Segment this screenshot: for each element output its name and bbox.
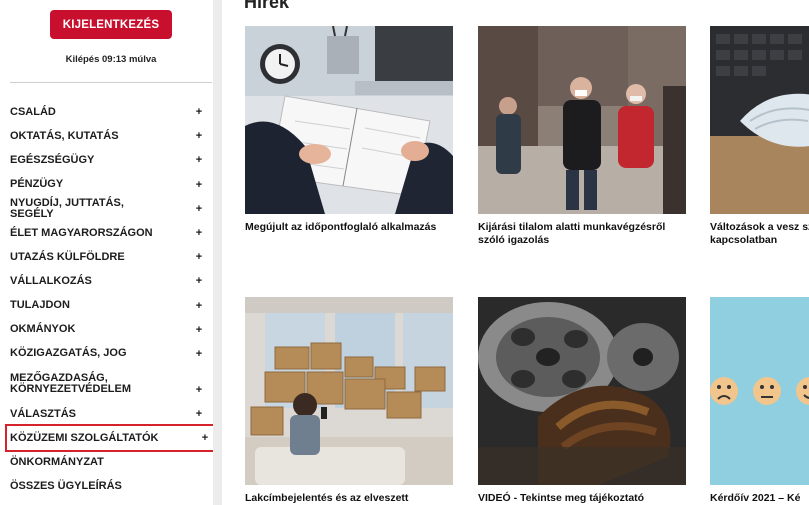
news-image-smileys — [710, 297, 809, 485]
plus-icon[interactable]: + — [194, 251, 204, 263]
sidebar-item-label: ÖNKORMÁNYZAT — [10, 456, 104, 469]
news-image-calendar — [245, 26, 453, 214]
news-caption[interactable]: Változások a vesz személyes ügyint kapcs… — [710, 221, 809, 247]
sidebar-scroll-gutter — [213, 0, 222, 505]
sidebar-item-nyugdij[interactable]: NYUGDÍJ, JUTTATÁS, SEGÉLY + — [10, 197, 210, 221]
news-caption[interactable]: Lakcímbejelentés és az elveszett — [245, 492, 453, 505]
sidebar-item-label: VÁLLALKOZÁS — [10, 274, 92, 287]
sidebar-item-label: KÖZIGAZGATÁS, JOG — [10, 347, 127, 360]
sidebar-item-oktatas[interactable]: OKTATÁS, KUTATÁS + — [10, 124, 210, 148]
sidebar: KIJELENTKEZÉS Kilépés 09:13 múlva CSALÁD… — [0, 0, 218, 505]
news-card[interactable]: Megújult az időpontfoglaló alkalmazás — [245, 26, 453, 234]
news-caption[interactable]: Kérdőív 2021 – Ké — [710, 492, 809, 505]
news-card[interactable]: VIDEÓ - Tekintse meg tájékoztató — [478, 297, 686, 505]
sidebar-item-csalad[interactable]: CSALÁD + — [10, 100, 210, 124]
news-image-film-reels — [478, 297, 686, 485]
sidebar-item-vallalkozas[interactable]: VÁLLALKOZÁS + — [10, 269, 210, 293]
plus-icon[interactable]: + — [194, 227, 204, 239]
sidebar-item-utazas[interactable]: UTAZÁS KÜLFÖLDRE + — [10, 245, 210, 269]
sidebar-item-label: VÁLASZTÁS — [10, 407, 76, 420]
sidebar-item-okmanyok[interactable]: OKMÁNYOK + — [10, 318, 210, 342]
sidebar-item-kozigazgatas[interactable]: KÖZIGAZGATÁS, JOG + — [10, 342, 210, 366]
news-card[interactable]: Lakcímbejelentés és az elveszett — [245, 297, 453, 505]
news-caption[interactable]: Kijárási tilalom alatti munkavégzésről s… — [478, 221, 686, 247]
sidebar-item-label: EGÉSZSÉGÜGY — [10, 153, 95, 166]
category-menu: CSALÁD + OKTATÁS, KUTATÁS + EGÉSZSÉGÜGY + P… — [5, 100, 218, 499]
sidebar-item-label: CSALÁD — [10, 105, 56, 118]
news-image-moving-boxes — [245, 297, 453, 485]
news-card[interactable]: Kérdőív 2021 – Ké — [710, 297, 809, 505]
plus-icon[interactable]: + — [194, 203, 204, 215]
plus-icon[interactable]: + — [194, 154, 204, 166]
sidebar-item-label: OKTATÁS, KUTATÁS — [10, 129, 119, 142]
sidebar-item-osszes[interactable]: ÖSSZES ÜGYLEÍRÁS — [10, 475, 210, 499]
sidebar-item-label: ÉLET MAGYARORSZÁGON — [10, 226, 153, 239]
plus-icon[interactable]: + — [194, 106, 204, 118]
sidebar-item-penzugy[interactable]: PÉNZÜGY + — [10, 173, 210, 197]
plus-icon[interactable]: + — [200, 432, 210, 444]
sidebar-item-label: OKMÁNYOK — [10, 323, 76, 336]
news-caption[interactable]: VIDEÓ - Tekintse meg tájékoztató — [478, 492, 686, 505]
sidebar-item-mezogazdasag[interactable]: MEZŐGAZDASÁG, KÖRNYEZETVÉDELEM + — [10, 366, 210, 402]
sidebar-item-label: PÉNZÜGY — [10, 178, 64, 191]
sidebar-item-label: TULAJDON — [10, 299, 70, 312]
sidebar-item-kozuzemi[interactable]: KÖZÜZEMI SZOLGÁLTATÓK + — [5, 424, 218, 453]
session-timer: Kilépés 09:13 múlva — [65, 54, 157, 65]
sidebar-item-label: KÖZÜZEMI SZOLGÁLTATÓK — [10, 431, 159, 444]
sidebar-item-label: MEZŐGAZDASÁG, KÖRNYEZETVÉDELEM — [10, 372, 132, 396]
logout-button[interactable]: KIJELENTKEZÉS — [50, 10, 172, 39]
plus-icon[interactable]: + — [194, 275, 204, 287]
page-title: Hírek — [244, 0, 290, 12]
plus-icon[interactable]: + — [194, 384, 204, 396]
news-caption[interactable]: Megújult az időpontfoglaló alkalmazás — [245, 221, 453, 234]
sidebar-item-label: UTAZÁS KÜLFÖLDRE — [10, 250, 125, 263]
news-card[interactable]: Kijárási tilalom alatti munkavégzésről s… — [478, 26, 686, 247]
plus-icon[interactable]: + — [194, 324, 204, 336]
sidebar-item-valasztas[interactable]: VÁLASZTÁS + — [10, 402, 210, 426]
plus-icon[interactable]: + — [194, 130, 204, 142]
plus-icon[interactable]: + — [194, 408, 204, 420]
plus-icon[interactable]: + — [194, 348, 204, 360]
sidebar-item-tulajdon[interactable]: TULAJDON + — [10, 294, 210, 318]
news-image-mask-laptop — [710, 26, 809, 214]
plus-icon[interactable]: + — [194, 300, 204, 312]
plus-icon[interactable]: + — [194, 179, 204, 191]
news-card[interactable]: Változások a vesz személyes ügyint kapcs… — [710, 26, 809, 247]
sidebar-item-egeszsegugy[interactable]: EGÉSZSÉGÜGY + — [10, 148, 210, 172]
sidebar-item-onkormanyzat[interactable]: ÖNKORMÁNYZAT — [10, 450, 210, 474]
news-image-street — [478, 26, 686, 214]
sidebar-item-elet[interactable]: ÉLET MAGYARORSZÁGON + — [10, 221, 210, 245]
sidebar-item-label: NYUGDÍJ, JUTTATÁS, SEGÉLY — [10, 196, 124, 220]
divider — [10, 82, 212, 83]
news-section: Hírek Megújult az időpontfoglaló alkalma… — [222, 0, 809, 505]
sidebar-item-label: ÖSSZES ÜGYLEÍRÁS — [10, 480, 122, 493]
